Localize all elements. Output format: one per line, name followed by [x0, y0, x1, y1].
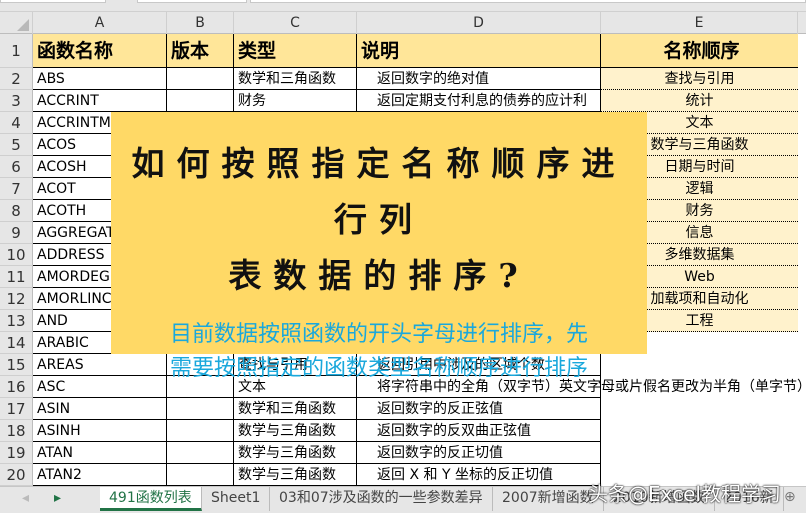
cell-function-name[interactable]: ACCRINT	[33, 90, 167, 112]
column-header-b[interactable]: B	[167, 12, 234, 34]
cell-type[interactable]: 数学与三角函数	[234, 442, 357, 464]
cell-description[interactable]: 返回数字的绝对值	[357, 68, 601, 90]
cell-description[interactable]: 返回 X 和 Y 坐标的反正切值	[357, 464, 601, 486]
row-header[interactable]: 18	[0, 420, 33, 442]
header-cell-a[interactable]: 函数名称	[33, 34, 167, 68]
column-header-a[interactable]: A	[33, 12, 167, 34]
banner-subtitle-line2: 需要按照指定的函数类型名称顺序进行排序	[169, 356, 588, 381]
column-headers: ABCDE	[0, 12, 806, 34]
row-header[interactable]: 7	[0, 178, 33, 200]
banner-subtitle-line1: 目前数据按照函数的开头字母进行排序，先	[169, 322, 588, 347]
row-header[interactable]: 12	[0, 288, 33, 310]
banner-title: 如何按照指定名称顺序进行列表数据的排序?	[111, 136, 647, 304]
add-sheet-icon[interactable]: ⊕	[784, 489, 796, 505]
row-header[interactable]: 16	[0, 376, 33, 398]
cell-version[interactable]	[167, 90, 234, 112]
scroll-right-icon[interactable]: ▸	[54, 490, 61, 506]
banner-title-line1: 如何按照指定名称顺序进行列	[131, 144, 627, 239]
row-header[interactable]: 6	[0, 156, 33, 178]
cell-type[interactable]: 数学与三角函数	[234, 420, 357, 442]
row-header[interactable]: 2	[0, 68, 33, 90]
cell-name-order[interactable]: 统计	[601, 90, 798, 112]
cell-type[interactable]: 数学和三角函数	[234, 398, 357, 420]
formula-bar-strip	[0, 0, 806, 12]
row-header[interactable]: 17	[0, 398, 33, 420]
row-header[interactable]: 4	[0, 112, 33, 134]
sheet-tab[interactable]: Sheet1	[202, 487, 271, 511]
sheet-tab[interactable]: 03和07涉及函数的一些参数差异	[270, 487, 493, 511]
banner-subtitle: 目前数据按照函数的开头字母进行排序，先 需要按照指定的函数类型名称顺序进行排序	[111, 318, 647, 386]
row-header[interactable]: 14	[0, 332, 33, 354]
cell-function-name[interactable]: ASINH	[33, 420, 167, 442]
cell-description[interactable]: 返回数字的反正弦值	[357, 398, 601, 420]
row-header[interactable]: 1	[0, 34, 33, 68]
row-header[interactable]: 11	[0, 266, 33, 288]
cell-type[interactable]: 数学和三角函数	[234, 68, 357, 90]
watermark: 头条@Excel教程学习	[588, 482, 781, 506]
row-header[interactable]: 9	[0, 222, 33, 244]
cell-version[interactable]	[167, 420, 234, 442]
column-header-e[interactable]: E	[601, 12, 798, 34]
row-header[interactable]: 19	[0, 442, 33, 464]
cell-version[interactable]	[167, 442, 234, 464]
cell-version[interactable]	[167, 398, 234, 420]
cell-description[interactable]: 返回定期支付利息的债券的应计利	[357, 90, 601, 112]
select-all-button[interactable]	[0, 12, 33, 34]
header-cell-e[interactable]: 名称顺序	[601, 34, 798, 68]
cell-name-order[interactable]: 查找与引用	[601, 68, 798, 90]
cell-function-name[interactable]: ATAN2	[33, 464, 167, 486]
cell-type[interactable]: 数学与三角函数	[234, 464, 357, 486]
column-header-d[interactable]: D	[357, 12, 601, 34]
row-header[interactable]: 15	[0, 354, 33, 376]
cell-description[interactable]: 返回数字的反正切值	[357, 442, 601, 464]
row-header[interactable]: 5	[0, 134, 33, 156]
row-header[interactable]: 20	[0, 464, 33, 486]
header-cell-c[interactable]: 类型	[234, 34, 357, 68]
header-cell-b[interactable]: 版本	[167, 34, 234, 68]
cell-type[interactable]: 财务	[234, 90, 357, 112]
overlay-banner: 如何按照指定名称顺序进行列表数据的排序? 目前数据按照函数的开头字母进行排序，先…	[111, 112, 647, 381]
cell-version[interactable]	[167, 464, 234, 486]
cell-description[interactable]: 返回数字的反双曲正弦值	[357, 420, 601, 442]
cell-function-name[interactable]: ABS	[33, 68, 167, 90]
cell-function-name[interactable]: ATAN	[33, 442, 167, 464]
sheet-tab[interactable]: 491函数列表	[100, 487, 202, 511]
cell-function-name[interactable]: ASIN	[33, 398, 167, 420]
row-header[interactable]: 8	[0, 200, 33, 222]
banner-title-line2: 表数据的排序?	[228, 256, 530, 295]
row-header[interactable]: 13	[0, 310, 33, 332]
cell-version[interactable]	[167, 68, 234, 90]
header-cell-d[interactable]: 说明	[357, 34, 601, 68]
row-header[interactable]: 3	[0, 90, 33, 112]
column-header-c[interactable]: C	[234, 12, 357, 34]
scroll-left-icon[interactable]: ◂	[22, 490, 29, 506]
row-header[interactable]: 10	[0, 244, 33, 266]
